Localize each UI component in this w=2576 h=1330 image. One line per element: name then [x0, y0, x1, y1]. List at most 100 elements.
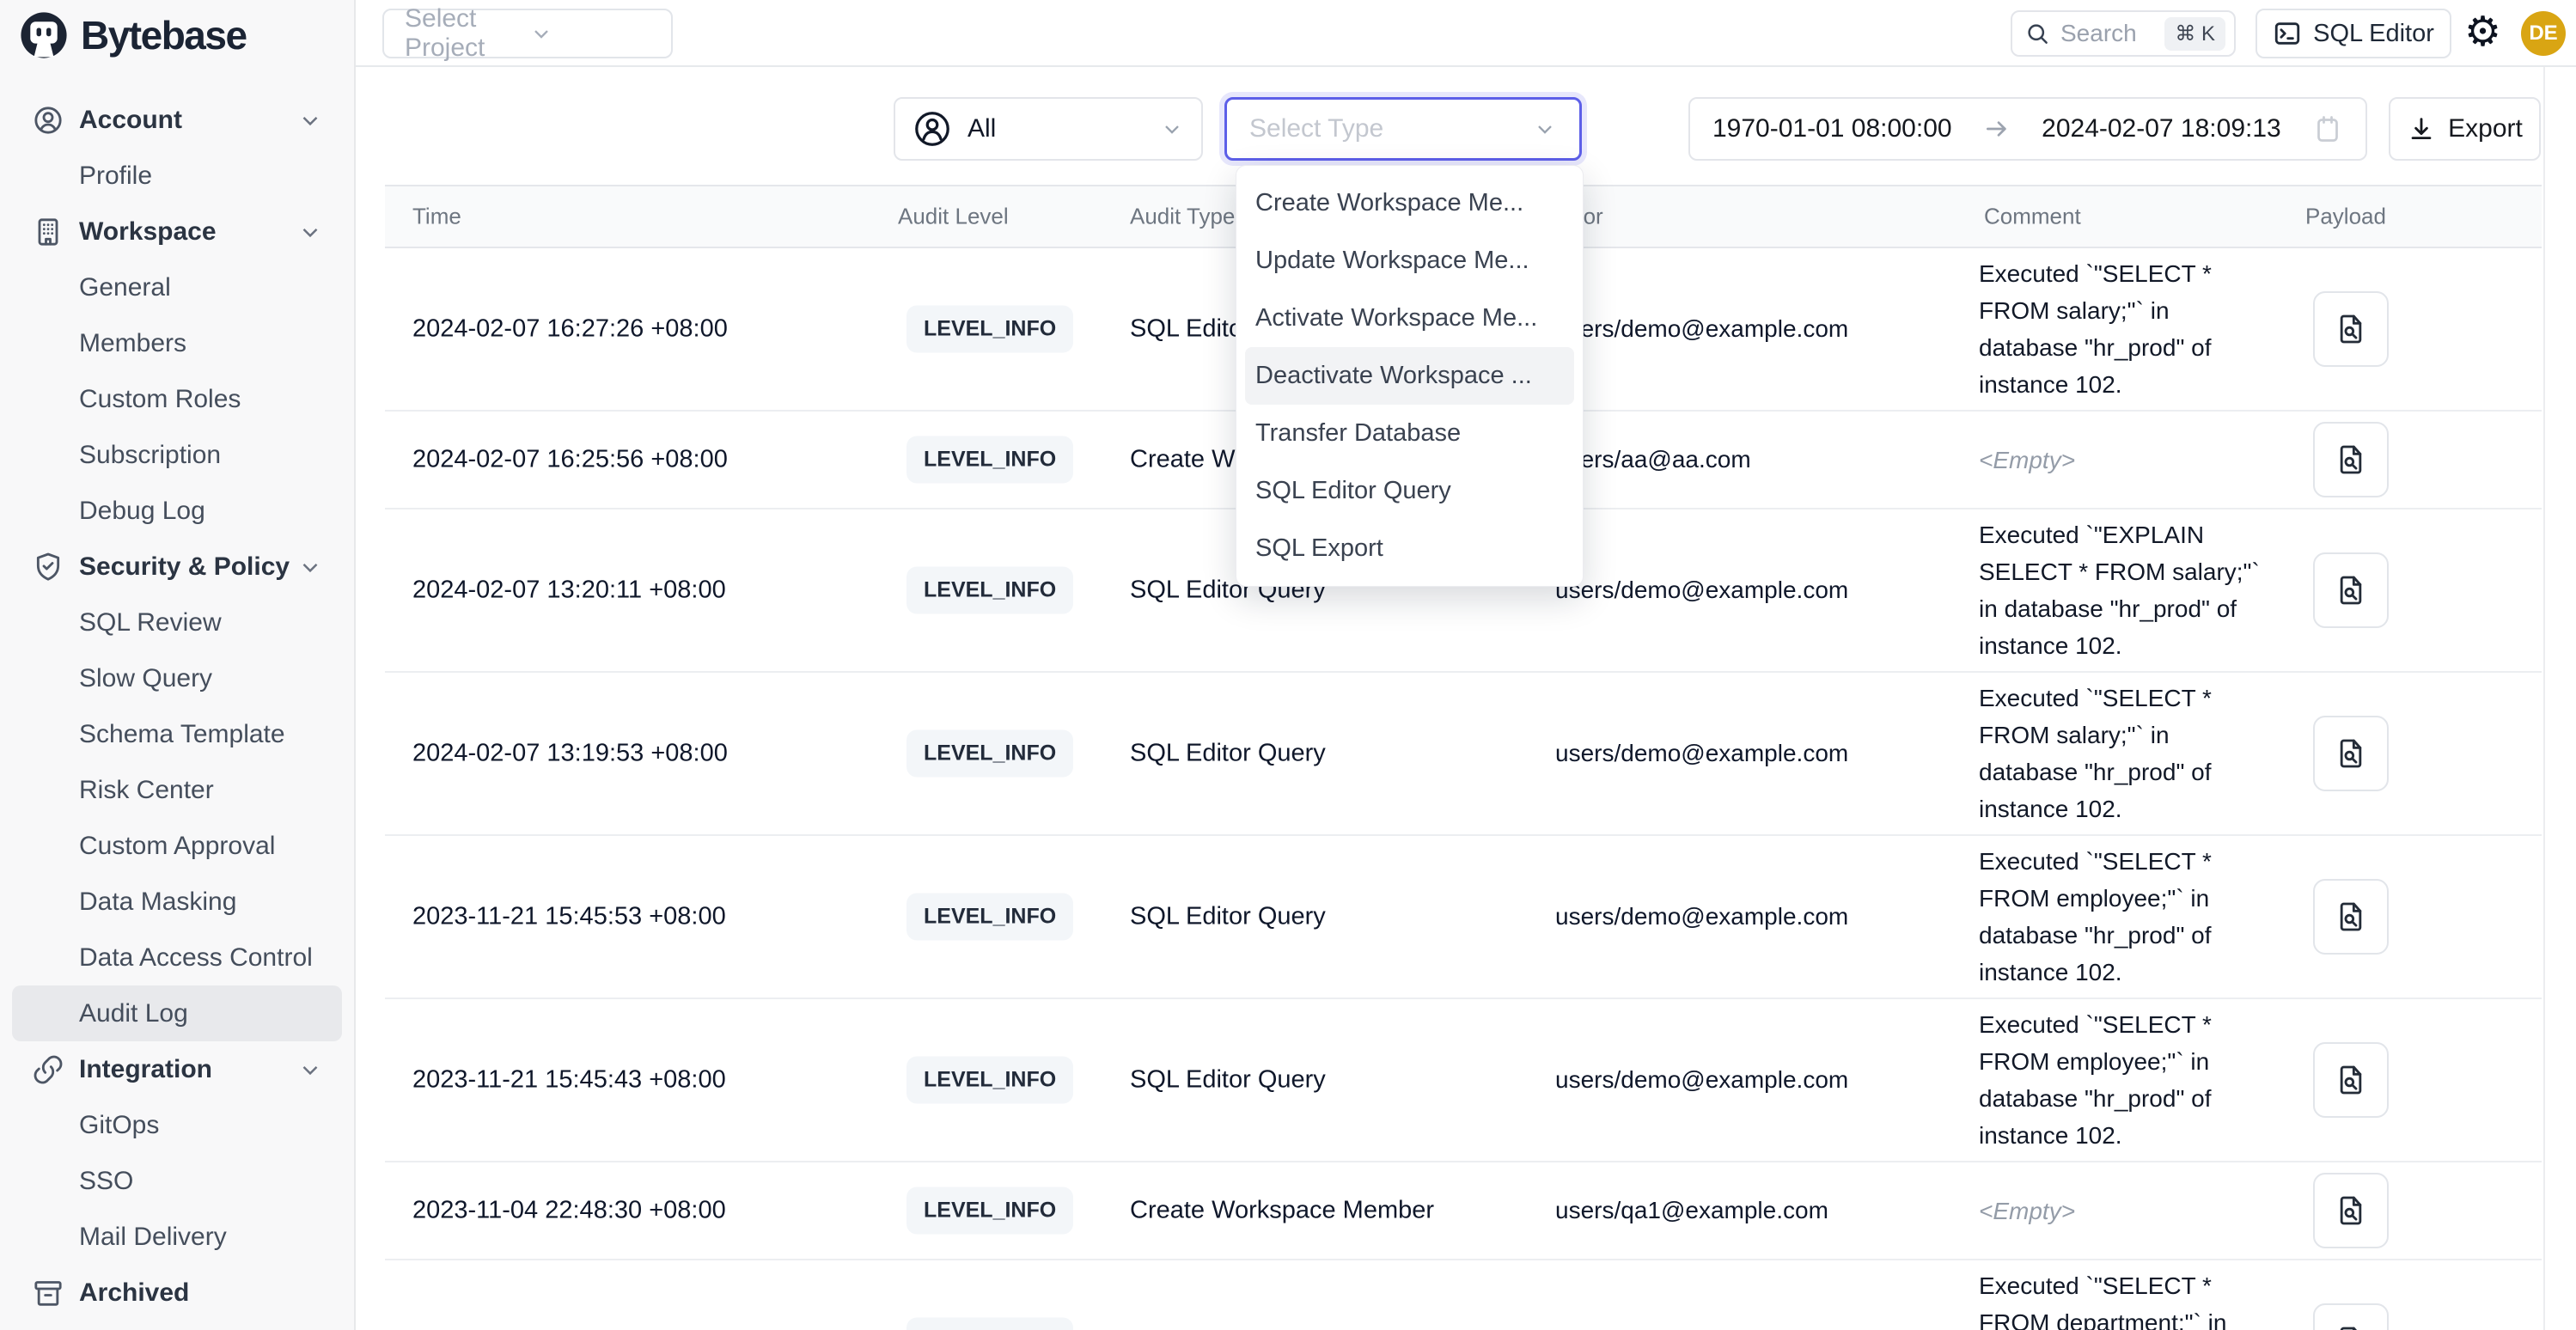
payload-view-button[interactable] — [2313, 552, 2389, 628]
sidebar-item-label: GitOps — [79, 1111, 159, 1140]
sidebar-item-slow-query[interactable]: Slow Query — [12, 650, 342, 706]
sidebar-item-members[interactable]: Members — [12, 315, 342, 371]
row-time: 2024-02-07 13:19:53 +08:00 — [412, 740, 728, 768]
sidebar-item-label: Risk Center — [79, 776, 214, 805]
terminal-icon — [2273, 19, 2302, 48]
sidebar-item-gitops[interactable]: GitOps — [12, 1097, 342, 1153]
sql-editor-button[interactable]: SQL Editor — [2256, 9, 2451, 58]
sidebar-item-archived[interactable]: Archived — [12, 1265, 342, 1321]
avatar[interactable]: DE — [2521, 11, 2566, 56]
sidebar-item-mail-delivery[interactable]: Mail Delivery — [12, 1209, 342, 1265]
sidebar-item-custom-roles[interactable]: Custom Roles — [12, 371, 342, 427]
sidebar-item-account[interactable]: Account — [12, 92, 342, 148]
row-time: 2023-11-21 15:45:53 +08:00 — [412, 903, 726, 931]
bytebase-logo-icon — [19, 10, 69, 60]
sidebar-item-audit-log[interactable]: Audit Log — [12, 985, 342, 1041]
sidebar-item-integration[interactable]: Integration — [12, 1041, 342, 1097]
sidebar-item-label: Workspace — [79, 217, 217, 247]
row-actor: users/aa@aa.com — [1555, 446, 1751, 473]
sidebar-item-label: Subscription — [79, 441, 221, 470]
sidebar-item-data-access-control[interactable]: Data Access Control — [12, 930, 342, 985]
sidebar-item-security-policy[interactable]: Security & Policy — [12, 539, 342, 595]
sidebar-item-label: Slow Query — [79, 664, 212, 693]
row-audit-level: LEVEL_INFO — [906, 894, 1073, 941]
row-comment: <Empty> — [1979, 1186, 2262, 1236]
sidebar-item-risk-center[interactable]: Risk Center — [12, 762, 342, 818]
export-label: Export — [2448, 114, 2523, 143]
payload-view-button[interactable] — [2313, 716, 2389, 791]
select-project-dropdown[interactable]: Select Project — [382, 9, 673, 58]
payload-view-button[interactable] — [2313, 1173, 2389, 1248]
column-header-time: Time — [412, 204, 461, 230]
bytebase-logo[interactable]: Bytebase — [19, 10, 247, 60]
dropdown-option[interactable]: Activate Workspace Me... — [1245, 290, 1574, 347]
search-kbd-shortcut: ⌘ K — [2164, 17, 2225, 51]
sidebar-item-workspace[interactable]: Workspace — [12, 204, 342, 259]
row-actor: users/demo@example.com — [1555, 1066, 1848, 1094]
row-audit-level: LEVEL_INFO — [906, 730, 1073, 778]
chevron-down-icon — [297, 554, 323, 580]
brand-name: Bytebase — [81, 12, 247, 58]
payload-view-button[interactable] — [2313, 422, 2389, 497]
shield-check-icon — [31, 550, 65, 584]
sidebar-item-schema-template[interactable]: Schema Template — [12, 706, 342, 762]
row-time: 2024-02-07 13:20:11 +08:00 — [412, 577, 726, 605]
type-filter-select[interactable]: Select Type — [1224, 97, 1582, 161]
date-range-picker[interactable]: 1970-01-01 08:00:00 2024-02-07 18:09:13 — [1688, 97, 2367, 161]
row-payload-cell — [2313, 1173, 2389, 1248]
type-filter-placeholder: Select Type — [1249, 114, 1533, 143]
row-comment: Executed `"SELECT * FROM employee;"` in … — [1979, 836, 2262, 998]
sidebar-item-general[interactable]: General — [12, 259, 342, 315]
actor-filter-select[interactable]: All — [894, 97, 1203, 161]
payload-view-button[interactable] — [2313, 879, 2389, 955]
table-row: 2024-02-07 13:19:53 +08:00 LEVEL_INFO SQ… — [385, 673, 2542, 836]
sidebar-item-sso[interactable]: SSO — [12, 1153, 342, 1209]
row-audit-level: LEVEL_INFO — [906, 436, 1073, 484]
sidebar-item-label: Mail Delivery — [79, 1223, 227, 1252]
file-search-icon — [2334, 736, 2368, 771]
dropdown-option[interactable]: Update Workspace Me... — [1245, 232, 1574, 290]
file-search-icon — [2334, 573, 2368, 607]
payload-view-button[interactable] — [2313, 1303, 2389, 1330]
row-audit-level: LEVEL_INFO — [906, 306, 1073, 353]
audit-level-badge: LEVEL_INFO — [906, 306, 1073, 353]
row-audit-type: SQL Editor Query — [1130, 1327, 1326, 1330]
sidebar-item-subscription[interactable]: Subscription — [12, 427, 342, 483]
file-search-icon — [2334, 1324, 2368, 1330]
dropdown-option[interactable]: Create Workspace Me... — [1245, 174, 1574, 232]
download-icon — [2407, 114, 2436, 143]
dropdown-option[interactable]: Deactivate Workspace ... — [1245, 347, 1574, 405]
chevron-down-icon — [297, 219, 323, 245]
dropdown-option[interactable]: SQL Editor Query — [1245, 462, 1574, 520]
table-row: 2023-11-21 15:45:53 +08:00 LEVEL_INFO SQ… — [385, 836, 2542, 999]
sidebar-item-sql-review[interactable]: SQL Review — [12, 595, 342, 650]
sidebar-item-profile[interactable]: Profile — [12, 148, 342, 204]
payload-view-button[interactable] — [2313, 291, 2389, 367]
global-search-input[interactable]: Search ⌘ K — [2011, 10, 2236, 57]
row-comment: Executed `"SELECT * FROM employee;"` in … — [1979, 999, 2262, 1161]
gear-icon[interactable]: ⚙ — [2464, 9, 2501, 57]
sidebar-item-label: Members — [79, 329, 186, 358]
sidebar-item-debug-log[interactable]: Debug Log — [12, 483, 342, 539]
sidebar-item-data-masking[interactable]: Data Masking — [12, 874, 342, 930]
payload-view-button[interactable] — [2313, 1042, 2389, 1118]
sidebar-item-label: SQL Review — [79, 608, 222, 638]
select-project-label: Select Project — [405, 4, 529, 63]
dropdown-option[interactable]: SQL Export — [1245, 520, 1574, 577]
row-payload-cell — [2313, 552, 2389, 628]
top-bar — [356, 0, 2576, 67]
file-search-icon — [2334, 1063, 2368, 1097]
row-audit-level: LEVEL_INFO — [906, 1318, 1073, 1330]
sidebar-item-custom-approval[interactable]: Custom Approval — [12, 818, 342, 874]
row-audit-level: LEVEL_INFO — [906, 567, 1073, 614]
row-actor: users/demo@example.com — [1555, 315, 1848, 343]
sidebar-item-label: Archived — [79, 1278, 189, 1308]
bytebase-app: Bytebase Account Profile — [0, 0, 2576, 1330]
calendar-icon — [2312, 113, 2343, 144]
row-comment: Executed `"SELECT * FROM salary;"` in da… — [1979, 673, 2262, 834]
row-audit-type: SQL Editor Query — [1130, 903, 1326, 931]
dropdown-option[interactable]: Transfer Database — [1245, 405, 1574, 462]
export-button[interactable]: Export — [2389, 97, 2541, 161]
row-actor: users/demo@example.com — [1555, 577, 1848, 604]
row-time: 2024-02-07 16:25:56 +08:00 — [412, 446, 728, 474]
